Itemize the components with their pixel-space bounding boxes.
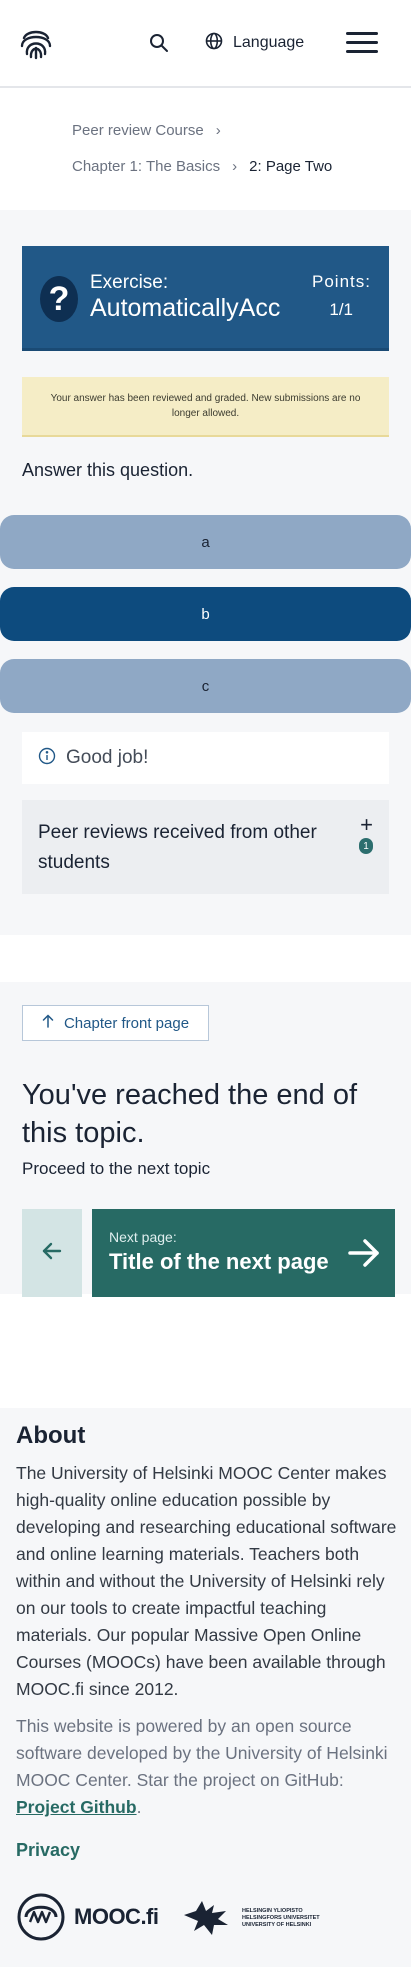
breadcrumb: Peer review Course › Chapter 1: The Basi… xyxy=(72,112,332,184)
privacy-link[interactable]: Privacy xyxy=(16,1840,80,1861)
about-text: The University of Helsinki MOOC Center m… xyxy=(16,1463,397,1699)
fingerprint-icon[interactable] xyxy=(20,26,52,60)
next-page-title: Title of the next page xyxy=(109,1249,329,1274)
exercise-header: ? Exercise: AutomaticallyAcc Points: 1/1 xyxy=(22,246,389,351)
mooc-fi-logo[interactable]: MOOC.fi xyxy=(16,1892,159,1942)
site-header: Language xyxy=(0,0,411,88)
breadcrumb-course-link[interactable]: Peer review Course xyxy=(72,122,204,139)
powered-by-text: This website is powered by an open sourc… xyxy=(16,1713,396,1821)
end-of-topic-title: You've reached the end of this topic. xyxy=(22,1079,358,1149)
points-label: Points: xyxy=(312,272,371,291)
answer-option-b[interactable]: b xyxy=(0,587,411,641)
powered-by-body: This website is powered by an open sourc… xyxy=(16,1716,388,1790)
peer-reviews-accordion[interactable]: Peer reviews received from other student… xyxy=(22,800,389,894)
university-of-helsinki-logo-text: HELSINGIN YLIOPISTO HELSINGFORS UNIVERSI… xyxy=(242,1908,320,1929)
peer-reviews-count-badge: 1 xyxy=(359,838,373,854)
next-page-label: Next page: xyxy=(109,1229,177,1245)
question-text: Answer this question. xyxy=(22,460,194,480)
hy-line-english: UNIVERSITY OF HELSINKI xyxy=(242,1921,312,1928)
graded-notice: Your answer has been reviewed and graded… xyxy=(22,377,389,437)
search-icon[interactable] xyxy=(148,32,170,54)
breadcrumb-chapter-link[interactable]: Chapter 1: The Basics xyxy=(72,158,220,175)
points-value: 1/1 xyxy=(329,300,353,319)
language-label: Language xyxy=(233,34,305,51)
breadcrumb-current-page: 2: Page Two xyxy=(249,157,333,175)
chapter-front-page-label: Chapter front page xyxy=(63,1014,190,1032)
end-of-topic-subtitle: Proceed to the next topic xyxy=(22,1159,211,1178)
answer-option-a[interactable]: a xyxy=(0,515,411,569)
feedback-box: Good job! xyxy=(22,732,389,784)
exercise-name: AutomaticallyAcc xyxy=(90,294,281,322)
question-mark-icon: ? xyxy=(40,276,78,322)
language-button[interactable]: Language xyxy=(205,30,304,56)
about-title: About xyxy=(16,1422,86,1449)
answer-option-c[interactable]: c xyxy=(0,659,411,713)
next-page-button[interactable]: Next page: Title of the next page xyxy=(92,1209,395,1297)
expand-plus-icon[interactable]: + xyxy=(360,814,373,836)
chevron-right-icon: › xyxy=(215,121,221,139)
university-of-helsinki-logo[interactable]: HELSINGIN YLIOPISTO HELSINGFORS UNIVERSI… xyxy=(182,1893,320,1943)
mooc-fi-logo-text: MOOC.fi xyxy=(74,1904,159,1929)
hy-line-finnish: HELSINGIN YLIOPISTO xyxy=(242,1907,303,1914)
peer-reviews-title: Peer reviews received from other student… xyxy=(38,822,317,873)
globe-icon xyxy=(205,32,223,55)
arrow-left-icon xyxy=(42,1242,62,1265)
github-link[interactable]: Project Github xyxy=(16,1797,137,1817)
chevron-right-icon: › xyxy=(232,157,238,175)
arrow-up-icon xyxy=(42,1014,54,1032)
exercise-label: Exercise: xyxy=(90,272,169,293)
hamburger-menu-icon[interactable] xyxy=(346,32,378,54)
chapter-front-page-button[interactable]: Chapter front page xyxy=(22,1005,209,1041)
hy-line-swedish: HELSINGFORS UNIVERSITET xyxy=(242,1914,320,1921)
powered-by-end: . xyxy=(136,1797,142,1817)
previous-page-button[interactable] xyxy=(22,1209,82,1297)
arrow-right-icon xyxy=(347,1237,381,1269)
info-icon xyxy=(38,747,56,770)
feedback-text: Good job! xyxy=(66,747,149,768)
